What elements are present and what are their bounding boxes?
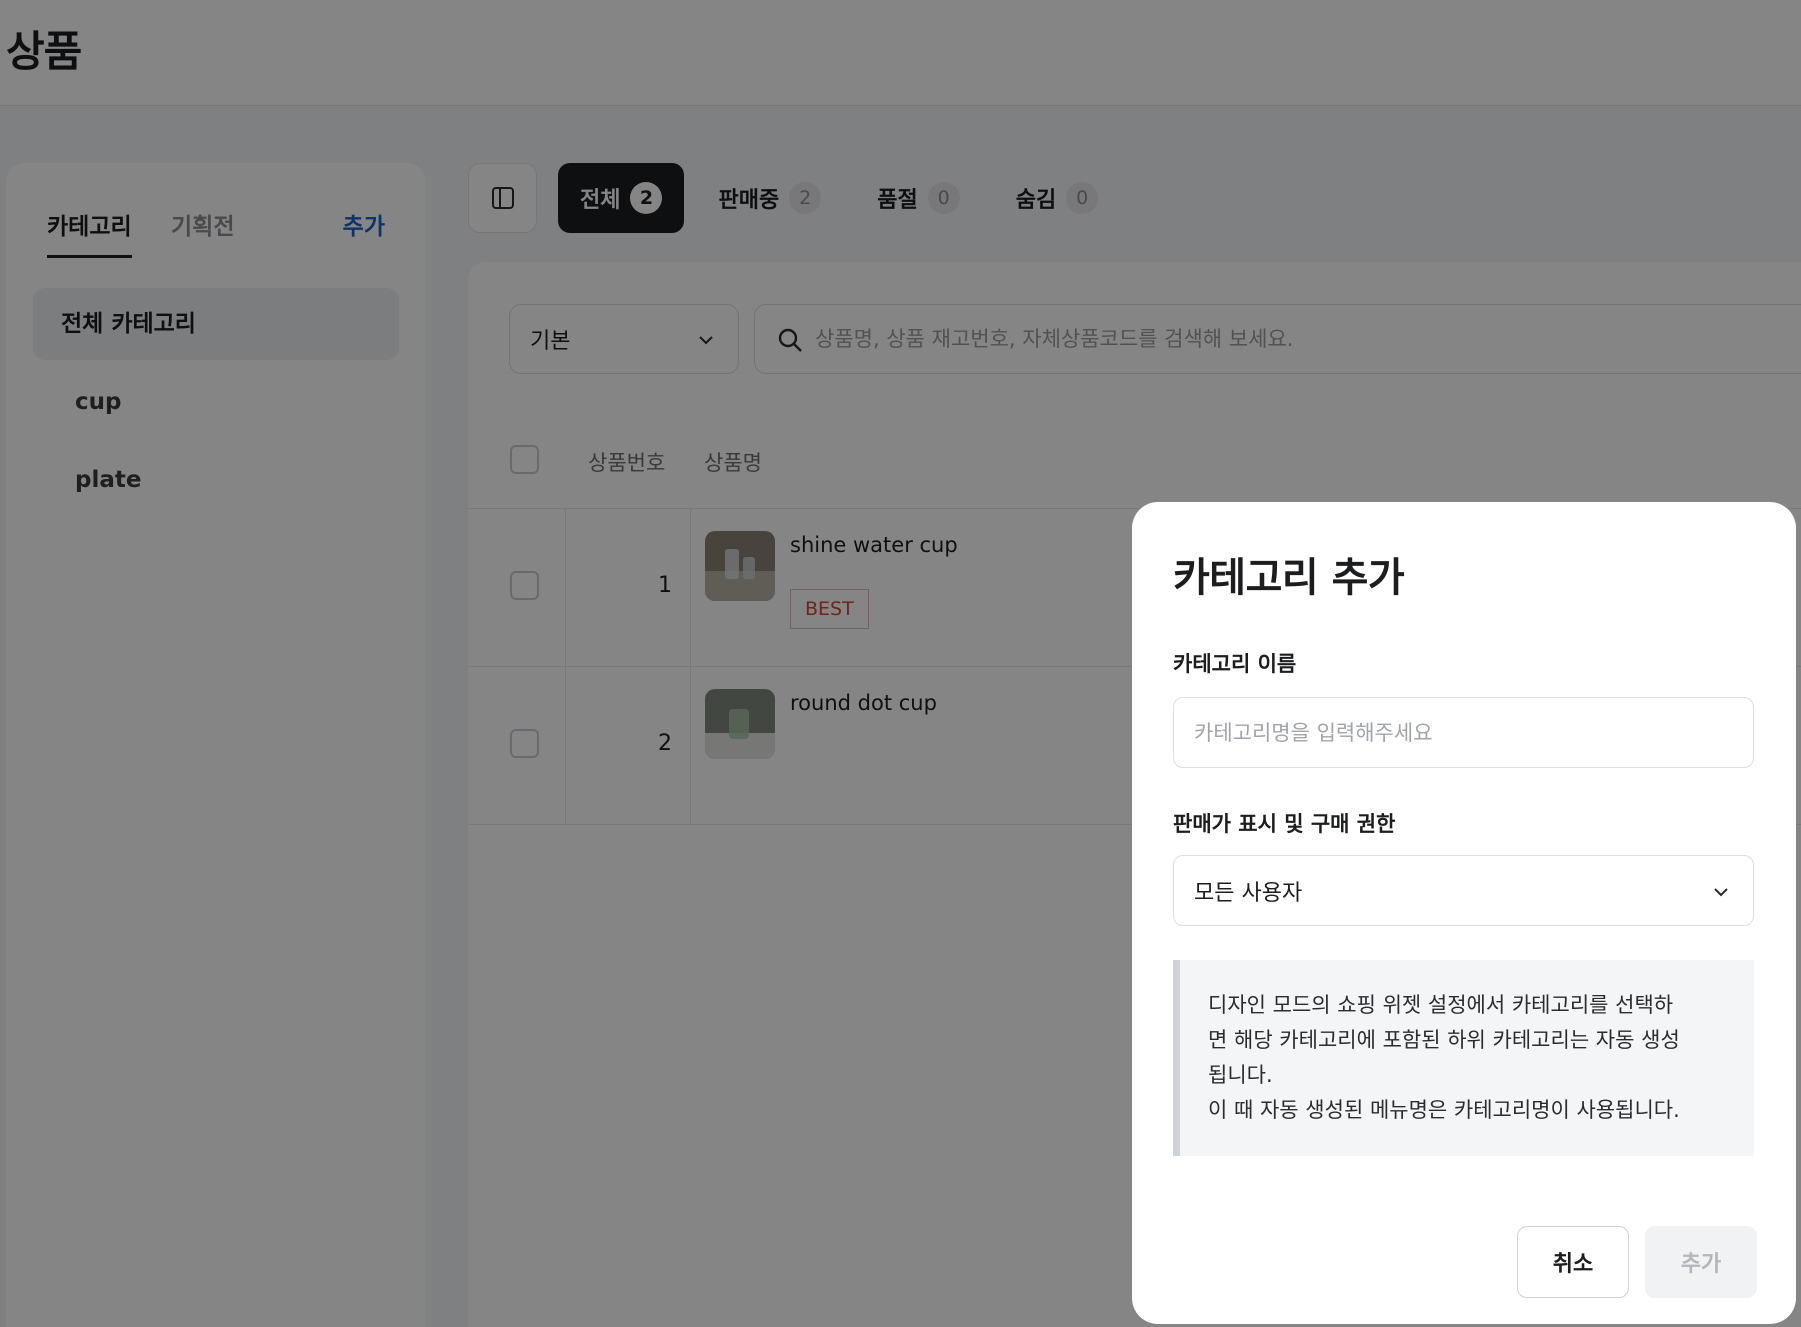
chevron-down-icon xyxy=(1714,888,1728,897)
category-name-input[interactable] xyxy=(1173,697,1754,768)
permission-select-value: 모든 사용자 xyxy=(1194,880,1303,906)
category-name-label: 카테고리 이름 xyxy=(1173,652,1297,676)
modal-title: 카테고리 추가 xyxy=(1173,555,1405,601)
permission-label: 판매가 표시 및 구매 권한 xyxy=(1173,812,1396,836)
info-notice: 디자인 모드의 쇼핑 위젯 설정에서 카테고리를 선택하 면 해당 카테고리에 … xyxy=(1173,960,1754,1156)
cancel-button[interactable]: 취소 xyxy=(1517,1226,1629,1298)
info-text-line: 됩니다. xyxy=(1208,1063,1273,1087)
permission-select[interactable]: 모든 사용자 xyxy=(1173,855,1754,926)
add-button[interactable]: 추가 xyxy=(1645,1226,1757,1298)
info-text-line: 이 때 자동 생성된 메뉴명은 카테고리명이 사용됩니다. xyxy=(1208,1098,1680,1122)
add-category-modal: 카테고리 추가 카테고리 이름 판매가 표시 및 구매 권한 모든 사용자 디자… xyxy=(1132,502,1796,1324)
info-text-line: 디자인 모드의 쇼핑 위젯 설정에서 카테고리를 선택하 xyxy=(1208,993,1674,1017)
info-text-line: 면 해당 카테고리에 포함된 하위 카테고리는 자동 생성 xyxy=(1208,1028,1680,1052)
